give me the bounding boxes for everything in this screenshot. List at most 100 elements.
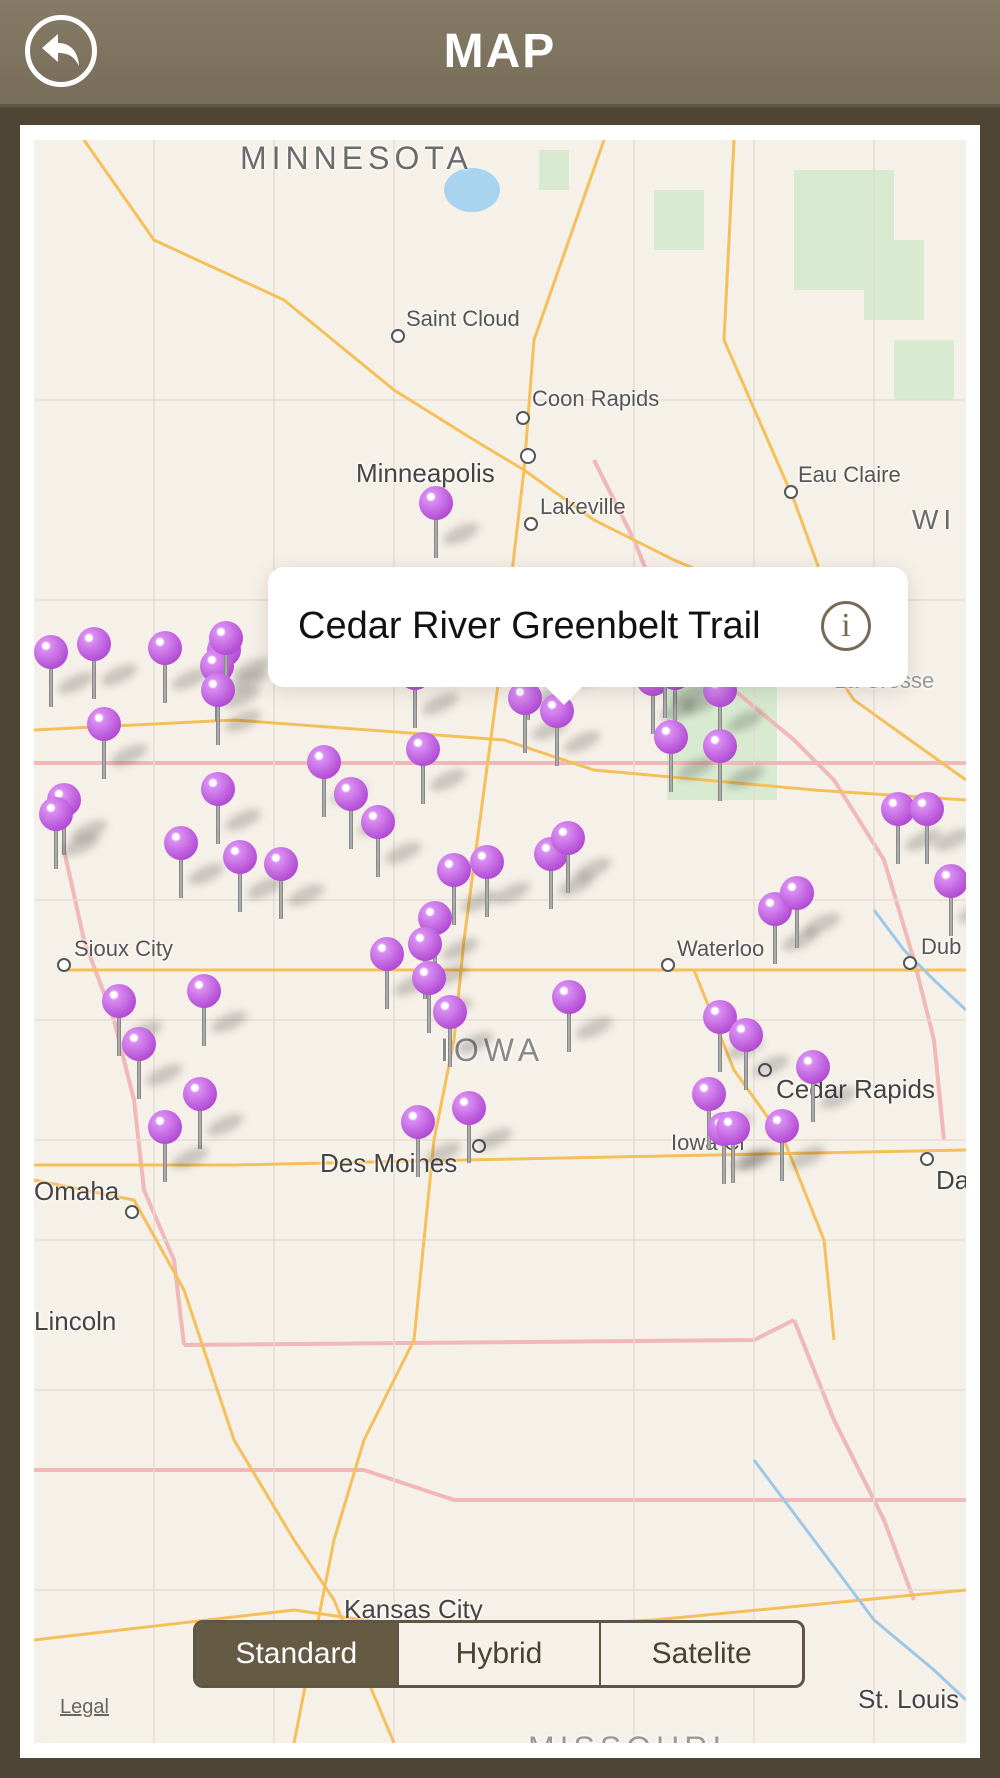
label-minneapolis: Minneapolis bbox=[356, 458, 495, 488]
map-pin[interactable] bbox=[264, 847, 328, 919]
segment-standard[interactable]: Standard bbox=[196, 1623, 397, 1685]
map-pin[interactable] bbox=[148, 1110, 212, 1182]
map-pin[interactable] bbox=[729, 1018, 793, 1090]
map-pin[interactable] bbox=[406, 732, 470, 804]
pin-head bbox=[419, 486, 453, 520]
pin-head bbox=[361, 805, 395, 839]
map-pin[interactable] bbox=[765, 1109, 829, 1181]
pin-head bbox=[401, 1105, 435, 1139]
label-sioux-city: Sioux City bbox=[74, 936, 174, 961]
pin-head bbox=[264, 847, 298, 881]
map-pin[interactable] bbox=[551, 821, 615, 893]
pin-stem bbox=[49, 665, 53, 707]
map-type-segmented-control: Standard Hybrid Satelite bbox=[193, 1620, 805, 1688]
pin-head bbox=[87, 707, 121, 741]
segment-hybrid[interactable]: Hybrid bbox=[396, 1623, 600, 1685]
pin-stem bbox=[555, 724, 559, 766]
pin-head bbox=[201, 673, 235, 707]
pin-head bbox=[148, 1110, 182, 1144]
pin-head bbox=[408, 927, 442, 961]
map-pin[interactable] bbox=[470, 845, 534, 917]
map-pin[interactable] bbox=[187, 974, 251, 1046]
map-pin[interactable] bbox=[654, 720, 718, 792]
map-pin[interactable] bbox=[433, 995, 497, 1067]
label-da: Da bbox=[936, 1165, 966, 1195]
label-lakeville: Lakeville bbox=[540, 494, 626, 519]
city-dot bbox=[920, 1152, 934, 1166]
map-pin[interactable] bbox=[361, 805, 425, 877]
pin-callout[interactable]: Cedar River Greenbelt Trail i bbox=[268, 567, 908, 705]
map-pin[interactable] bbox=[77, 627, 141, 699]
pin-stem bbox=[117, 1014, 121, 1056]
city-dot bbox=[661, 958, 675, 972]
map-pin[interactable] bbox=[910, 792, 966, 864]
map-pin[interactable] bbox=[552, 980, 616, 1052]
map-pin[interactable] bbox=[201, 673, 265, 745]
pin-stem bbox=[376, 835, 380, 877]
map-pin[interactable] bbox=[703, 729, 767, 801]
pin-head bbox=[551, 821, 585, 855]
pin-stem bbox=[163, 1140, 167, 1182]
map-pin[interactable] bbox=[87, 707, 151, 779]
info-icon[interactable]: i bbox=[821, 601, 871, 651]
label-waterloo: Waterloo bbox=[677, 936, 765, 961]
map-pin[interactable] bbox=[419, 486, 483, 558]
pin-head bbox=[77, 627, 111, 661]
pin-head bbox=[164, 826, 198, 860]
label-omaha: Omaha bbox=[34, 1176, 120, 1206]
city-dot bbox=[57, 958, 71, 972]
pin-head bbox=[209, 621, 243, 655]
pin-head bbox=[406, 732, 440, 766]
label-coon-rapids: Coon Rapids bbox=[532, 386, 660, 411]
pin-head bbox=[183, 1077, 217, 1111]
pin-head bbox=[716, 1111, 750, 1145]
map-pin[interactable] bbox=[201, 772, 265, 844]
pin-stem bbox=[811, 1080, 815, 1122]
pin-stem bbox=[744, 1048, 748, 1090]
map-pin[interactable] bbox=[34, 635, 98, 707]
city-dot bbox=[784, 485, 798, 499]
map-pin[interactable] bbox=[508, 681, 572, 753]
map-pin[interactable] bbox=[39, 797, 103, 869]
pin-stem bbox=[949, 894, 953, 936]
callout-title: Cedar River Greenbelt Trail bbox=[298, 605, 761, 647]
pin-stem bbox=[216, 802, 220, 844]
segment-satellite[interactable]: Satelite bbox=[599, 1623, 802, 1685]
map-pin[interactable] bbox=[716, 1111, 780, 1183]
pin-stem bbox=[718, 759, 722, 801]
pin-head bbox=[122, 1027, 156, 1061]
pin-head bbox=[187, 974, 221, 1008]
map-pin[interactable] bbox=[934, 864, 966, 936]
pin-stem bbox=[567, 1010, 571, 1052]
pin-stem bbox=[467, 1121, 471, 1163]
pin-head bbox=[412, 961, 446, 995]
map-pin[interactable] bbox=[452, 1091, 516, 1163]
page-title: MAP bbox=[443, 25, 557, 78]
map-pin[interactable] bbox=[223, 840, 287, 912]
legal-link[interactable]: Legal bbox=[60, 1696, 109, 1719]
map-pin[interactable] bbox=[780, 876, 844, 948]
city-dot bbox=[524, 517, 538, 531]
map-pin[interactable] bbox=[370, 937, 434, 1009]
map-pin[interactable] bbox=[148, 631, 212, 703]
label-lincoln: Lincoln bbox=[34, 1306, 117, 1336]
pin-head bbox=[39, 797, 73, 831]
pin-shadow bbox=[954, 896, 966, 928]
pin-head bbox=[703, 729, 737, 763]
pin-stem bbox=[238, 870, 242, 912]
pin-head bbox=[148, 631, 182, 665]
pin-stem bbox=[566, 851, 570, 893]
city-dot bbox=[391, 329, 405, 343]
pin-head bbox=[437, 853, 471, 887]
map-pin[interactable] bbox=[164, 826, 228, 898]
map-pin[interactable] bbox=[796, 1050, 860, 1122]
map-pin[interactable] bbox=[183, 1077, 247, 1149]
pin-stem bbox=[669, 750, 673, 792]
label-minnesota: MINNESOTA bbox=[240, 140, 473, 176]
pin-stem bbox=[795, 906, 799, 948]
map-view[interactable]: MINNESOTA Saint Cloud Coon Rapids Minnea… bbox=[34, 140, 966, 1743]
map-pin[interactable] bbox=[401, 1105, 465, 1177]
pin-head bbox=[796, 1050, 830, 1084]
map-pin[interactable] bbox=[122, 1027, 186, 1099]
pin-stem bbox=[163, 661, 167, 703]
